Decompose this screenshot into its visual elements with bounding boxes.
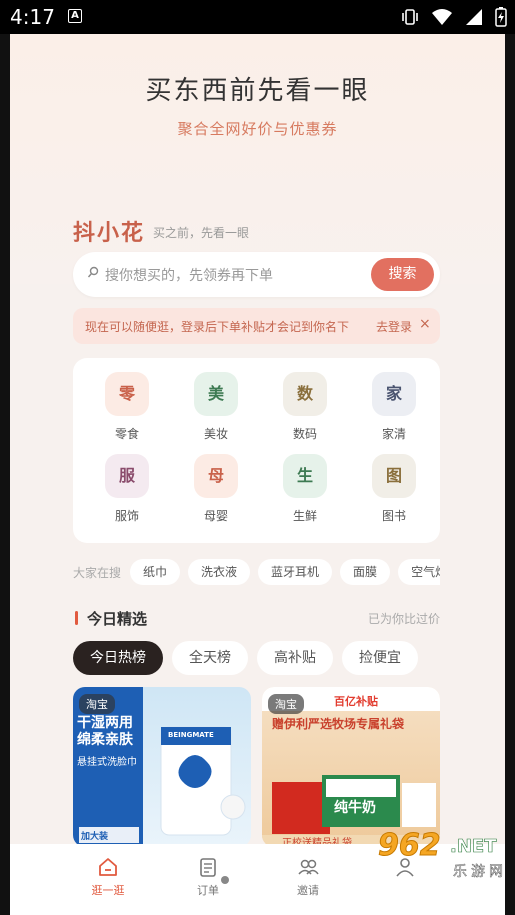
hot-search-chips: 纸巾洗衣液蓝牙耳机面膜空气炸 xyxy=(130,559,440,585)
section-header: 今日精选 已为你比过价 xyxy=(73,606,440,630)
hot-search-row: 大家在搜 纸巾洗衣液蓝牙耳机面膜空气炸 xyxy=(73,556,440,586)
category-item[interactable]: 生生鲜 xyxy=(270,454,340,526)
vibrate-icon xyxy=(402,9,418,25)
category-icon: 生 xyxy=(283,454,327,498)
campaign-label: 百亿补贴 xyxy=(334,695,378,708)
category-item[interactable]: 图图书 xyxy=(359,454,429,526)
battery-charging-icon xyxy=(495,7,507,27)
product-headline: 赠伊利严选牧场专属礼袋 xyxy=(272,717,405,731)
category-label: 图书 xyxy=(381,509,406,523)
status-time: 4:17 xyxy=(10,5,55,29)
category-item[interactable]: 零零食 xyxy=(92,372,162,444)
category-item[interactable]: 服服饰 xyxy=(92,454,162,526)
category-label: 零食 xyxy=(114,427,139,441)
search-bar[interactable]: 搜你想买的，先领券再下单 搜索 xyxy=(73,252,440,297)
order-icon xyxy=(200,858,216,877)
category-icon: 服 xyxy=(105,454,149,498)
wifi-icon xyxy=(432,9,452,25)
category-label: 家清 xyxy=(381,427,406,441)
tab-1[interactable]: 全天榜 xyxy=(172,641,248,675)
category-label: 美妆 xyxy=(203,427,228,441)
ranking-tabs: 今日热榜 全天榜 高补贴 捡便宜 xyxy=(73,641,418,675)
hot-search-label: 大家在搜 xyxy=(73,566,122,580)
search-icon xyxy=(87,266,99,278)
hero-title: 买东西前先看一眼 xyxy=(145,76,370,106)
watermark-number: 962 xyxy=(378,828,442,864)
category-label: 生鲜 xyxy=(292,509,317,523)
product-headline-2: 绵柔亲肤 xyxy=(77,732,133,748)
category-label: 母婴 xyxy=(203,509,228,523)
category-icon: 美 xyxy=(194,372,238,416)
home-icon xyxy=(99,858,117,876)
notice-text: 现在可以随便逛，登录后下单补贴才会记到你名下 xyxy=(85,320,350,334)
hot-search-chip[interactable]: 空气炸 xyxy=(398,559,440,585)
login-notice: 现在可以随便逛，登录后下单补贴才会记到你名下 去登录 × xyxy=(73,308,440,344)
source-badge: 淘宝 xyxy=(268,694,304,714)
tab-2[interactable]: 高补贴 xyxy=(257,641,333,675)
notification-dot xyxy=(221,876,229,884)
hot-search-chip[interactable]: 面膜 xyxy=(340,559,391,585)
category-icon: 零 xyxy=(105,372,149,416)
product-badge: 加大装 xyxy=(81,832,109,842)
category-icon: 家 xyxy=(372,372,416,416)
category-item[interactable]: 家家清 xyxy=(359,372,429,444)
section-title: 今日精选 xyxy=(87,610,148,628)
product-card[interactable]: 淘宝 干湿两用 绵柔亲肤 悬挂式洗脸巾 BEINGMATE 加大装 xyxy=(73,687,251,847)
category-item[interactable]: 美美妆 xyxy=(181,372,251,444)
category-icon: 数 xyxy=(283,372,327,416)
product-brand: BEINGMATE xyxy=(168,731,214,739)
search-input[interactable]: 搜你想买的，先领券再下单 xyxy=(105,265,273,285)
app-screen: 买东西前先看一眼 聚合全网好价与优惠券 抖小花 买之前，先看一眼 搜你想买的，先… xyxy=(10,34,505,915)
category-label: 服饰 xyxy=(114,509,139,523)
signal-icon xyxy=(466,9,482,25)
search-button[interactable]: 搜索 xyxy=(371,258,434,291)
nav-label-orders: 订单 xyxy=(197,884,219,897)
tab-0[interactable]: 今日热榜 xyxy=(73,641,163,675)
section-accent-bar xyxy=(75,611,78,625)
close-icon[interactable]: × xyxy=(419,316,431,332)
product-name: 纯牛奶 xyxy=(334,800,376,816)
invite-icon xyxy=(298,859,319,875)
section-note: 已为你比过价 xyxy=(367,612,440,626)
nav-item-orders[interactable]: 订单 xyxy=(173,856,243,898)
app-notification-icon: A xyxy=(68,9,82,23)
watermark-cn: 乐游网 xyxy=(453,864,507,881)
category-item[interactable]: 数数码 xyxy=(270,372,340,444)
nav-item-home[interactable]: 逛一逛 xyxy=(73,856,143,898)
category-label: 数码 xyxy=(292,427,317,441)
nav-item-invite[interactable]: 邀请 xyxy=(273,856,343,898)
category-grid: 零零食美美妆数数码家家清服服饰母母婴生生鲜图图书 xyxy=(73,358,440,543)
nav-label-home: 逛一逛 xyxy=(91,884,125,897)
status-icons xyxy=(401,6,507,28)
category-icon: 图 xyxy=(372,454,416,498)
status-bar: 4:17 A xyxy=(0,0,515,34)
source-badge: 淘宝 xyxy=(79,694,115,714)
login-link[interactable]: 去登录 xyxy=(376,318,412,335)
product-headline: 干湿两用 绵柔亲肤 xyxy=(77,715,133,749)
brand-tagline: 买之前，先看一眼 xyxy=(153,226,250,240)
site-watermark: 962 .NET 乐游网 xyxy=(378,828,510,888)
hero-subtitle: 聚合全网好价与优惠券 xyxy=(177,120,338,138)
category-icon: 母 xyxy=(194,454,238,498)
category-item[interactable]: 母母婴 xyxy=(181,454,251,526)
product-headline-1: 干湿两用 xyxy=(77,715,133,731)
product-card[interactable]: 淘宝 百亿补贴 赠伊利严选牧场专属礼袋 纯牛奶 正校送精品礼袋 xyxy=(262,687,440,847)
watermark-net: .NET xyxy=(450,836,497,858)
hot-search-chip[interactable]: 洗衣液 xyxy=(188,559,251,585)
nav-label-invite: 邀请 xyxy=(297,884,319,897)
brand-name: 抖小花 xyxy=(73,221,146,246)
product-desc: 悬挂式洗脸巾 xyxy=(77,757,137,768)
tab-3[interactable]: 捡便宜 xyxy=(342,641,418,675)
hot-search-chip[interactable]: 蓝牙耳机 xyxy=(258,559,333,585)
hot-search-chip[interactable]: 纸巾 xyxy=(130,559,181,585)
